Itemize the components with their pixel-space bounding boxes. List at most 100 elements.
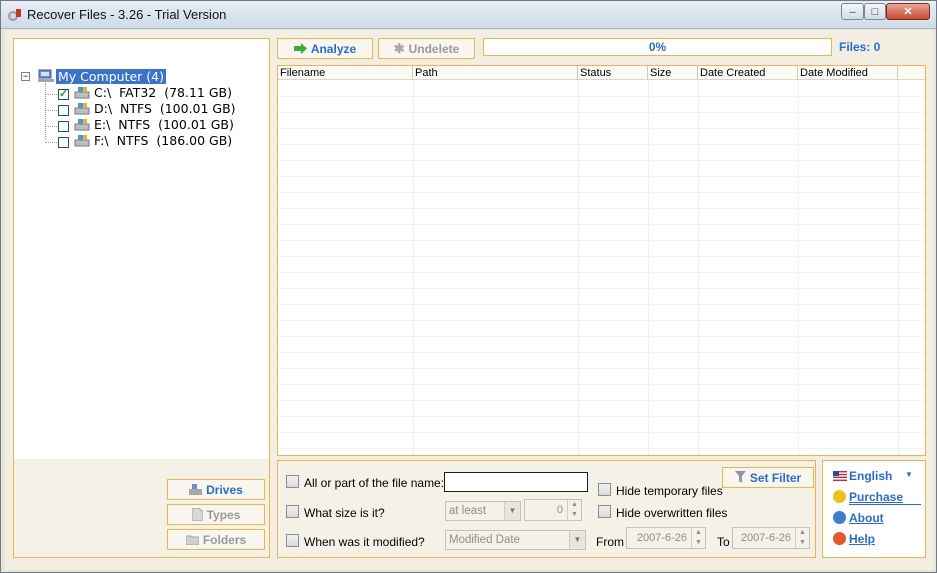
size-filter-label: What size is it?	[304, 506, 385, 520]
col-filename[interactable]: Filename	[278, 66, 413, 80]
results-grid[interactable]: Filename Path Status Size Date Created D…	[277, 65, 926, 456]
collapse-icon[interactable]: −	[21, 72, 30, 81]
asterisk-icon: ✱	[393, 40, 405, 56]
from-label: From	[596, 535, 624, 549]
tree-item-drive-c[interactable]: C:\ FAT32 (78.11 GB)	[94, 85, 232, 101]
grid-line	[698, 80, 699, 455]
tree-item-my-computer[interactable]: My Computer (4)	[56, 69, 166, 85]
filename-filter-checkbox[interactable]	[286, 475, 299, 488]
filename-input[interactable]	[444, 472, 588, 492]
size-value: 0	[556, 504, 563, 516]
funnel-icon	[734, 471, 746, 483]
window-title: Recover Files - 3.26 - Trial Version	[27, 7, 227, 22]
grid-line	[278, 368, 925, 369]
spin-arrows-icon[interactable]: ▲ ▼	[567, 500, 581, 520]
col-status[interactable]: Status	[578, 66, 648, 80]
chevron-down-icon[interactable]: ▼	[905, 470, 913, 479]
modified-mode-value: Modified Date	[449, 534, 520, 546]
size-mode-select[interactable]: at least ▼	[445, 501, 521, 521]
grid-line	[278, 176, 925, 177]
grid-line	[278, 160, 925, 161]
grid-line	[278, 400, 925, 401]
types-button-label: Types	[206, 507, 241, 522]
tree-item-drive-f[interactable]: F:\ NTFS (186.00 GB)	[94, 133, 232, 149]
grid-line	[413, 80, 414, 455]
folders-button[interactable]: Folders	[167, 529, 265, 550]
hide-temp-checkbox[interactable]	[598, 483, 611, 496]
tree-line	[45, 83, 46, 139]
drive-icon	[74, 87, 90, 99]
purchase-link[interactable]: Purchase	[849, 490, 903, 504]
computer-icon	[38, 69, 54, 82]
spin-arrows-icon[interactable]: ▲ ▼	[691, 528, 705, 548]
grid-line	[278, 416, 925, 417]
to-date-spinner[interactable]: 2007-6-26 ▲ ▼	[732, 527, 810, 549]
size-value-spinner[interactable]: 0 ▲ ▼	[524, 499, 582, 521]
drive-c-checkbox[interactable]	[58, 87, 69, 100]
from-date-value: 2007-6-26	[636, 532, 687, 544]
modified-mode-select[interactable]: Modified Date ▼	[445, 530, 586, 550]
drive-f-checkbox[interactable]	[58, 137, 69, 148]
drives-button[interactable]: Drives	[167, 479, 265, 500]
grid-line	[278, 352, 925, 353]
folder-icon	[185, 535, 199, 545]
set-filter-label: Set Filter	[749, 470, 802, 485]
minimize-icon: ─	[849, 6, 856, 17]
language-select[interactable]: English	[849, 469, 892, 483]
tree-item-drive-d[interactable]: D:\ NTFS (100.01 GB)	[94, 101, 236, 117]
filter-panel: All or part of the file name: What size …	[277, 460, 816, 558]
grid-line	[278, 192, 925, 193]
set-filter-button[interactable]: Set Filter	[722, 467, 814, 488]
grid-line	[278, 336, 925, 337]
drive-e-checkbox[interactable]	[58, 121, 69, 132]
maximize-button[interactable]: □	[864, 3, 886, 20]
hide-overwritten-label: Hide overwritten files	[616, 506, 728, 520]
help-link[interactable]: Help	[849, 532, 875, 546]
spin-arrows-icon[interactable]: ▲ ▼	[795, 528, 809, 548]
col-date-created[interactable]: Date Created	[698, 66, 798, 80]
purchase-underline	[849, 504, 921, 505]
tree-line	[45, 142, 59, 143]
grid-line	[278, 224, 925, 225]
grid-line	[278, 432, 925, 433]
hide-overwritten-checkbox[interactable]	[598, 505, 611, 518]
col-path[interactable]: Path	[413, 66, 578, 80]
types-button[interactable]: Types	[167, 504, 265, 525]
about-link[interactable]: About	[849, 511, 884, 525]
progress-bar: 0%	[483, 38, 832, 56]
client-area: − My Computer (4) C:\ FAT32 (78.11 GB)	[5, 30, 933, 570]
maximize-icon: □	[871, 5, 879, 18]
from-date-spinner[interactable]: 2007-6-26 ▲ ▼	[626, 527, 706, 549]
drive-d-checkbox[interactable]	[58, 105, 69, 116]
grid-line	[578, 80, 579, 455]
drive-icon	[74, 119, 90, 131]
title-bar[interactable]: Recover Files - 3.26 - Trial Version ─ □…	[1, 1, 936, 29]
to-label: To	[717, 535, 730, 549]
grid-line	[278, 304, 925, 305]
col-size[interactable]: Size	[648, 66, 698, 80]
drive-icon	[189, 483, 203, 495]
grid-line	[798, 80, 799, 455]
grid-line	[278, 320, 925, 321]
col-date-modified[interactable]: Date Modified	[798, 66, 898, 80]
chevron-down-icon: ▼	[504, 502, 520, 520]
modified-filter-checkbox[interactable]	[286, 534, 299, 547]
analyze-button[interactable]: Analyze	[277, 38, 373, 59]
grid-line	[278, 272, 925, 273]
hide-temp-label: Hide temporary files	[616, 484, 723, 498]
tree-item-drive-e[interactable]: E:\ NTFS (100.01 GB)	[94, 117, 234, 133]
tree-line	[45, 126, 59, 127]
grid-line	[648, 80, 649, 455]
grid-line	[278, 384, 925, 385]
minimize-button[interactable]: ─	[841, 3, 864, 20]
drive-tree: − My Computer (4) C:\ FAT32 (78.11 GB)	[14, 39, 269, 459]
drives-button-label: Drives	[206, 482, 243, 497]
undelete-button[interactable]: ✱ Undelete	[378, 38, 475, 59]
undelete-button-label: Undelete	[408, 41, 460, 56]
grid-line	[278, 448, 925, 449]
close-icon: ✕	[903, 6, 913, 18]
size-mode-value: at least	[449, 505, 487, 517]
close-button[interactable]: ✕	[886, 3, 930, 20]
help-icon	[833, 532, 846, 545]
size-filter-checkbox[interactable]	[286, 505, 299, 518]
